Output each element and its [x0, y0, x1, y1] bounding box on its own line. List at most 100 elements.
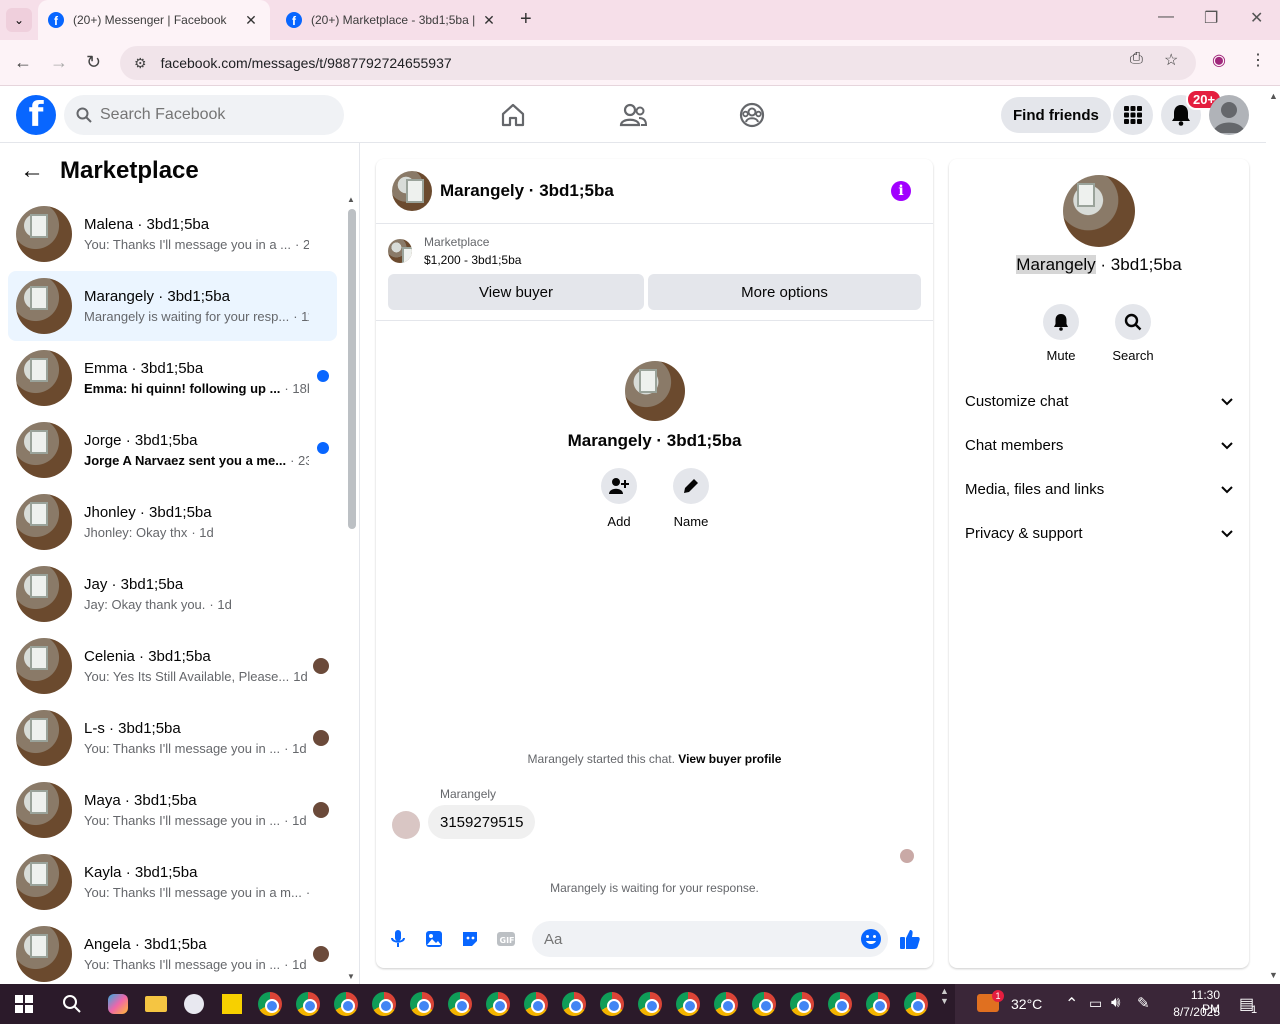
find-friends-button[interactable]: Find friends [1001, 97, 1111, 133]
privacy-support-section[interactable]: Privacy & support [965, 515, 1233, 551]
chrome-window-icon[interactable] [598, 990, 626, 1018]
chrome-window-icon[interactable] [788, 990, 816, 1018]
network-icon[interactable]: ▭ [1089, 995, 1102, 1012]
view-buyer-button[interactable]: View buyer [388, 274, 644, 310]
microphone-icon[interactable] [386, 927, 410, 951]
emoji-icon[interactable] [860, 928, 882, 955]
pen-icon[interactable]: ✎ [1137, 994, 1150, 1012]
chat-title[interactable]: Marangely · 3bd1;5ba [440, 181, 614, 201]
menu-grid-icon[interactable] [1113, 95, 1153, 135]
chrome-window-icon[interactable] [864, 990, 892, 1018]
taskbar-search-icon[interactable] [58, 990, 86, 1018]
chat-members-section[interactable]: Chat members [965, 427, 1233, 463]
show-hidden-icons-chevron-icon[interactable]: ⌃ [1065, 994, 1078, 1014]
conversation-item[interactable]: Maya · 3bd1;5ba You: Thanks I'll message … [8, 775, 337, 845]
close-tab-icon[interactable]: ✕ [480, 12, 498, 29]
temperature[interactable]: 32°C [1011, 996, 1042, 1012]
tab-marketplace[interactable]: f (20+) Marketplace - 3bd1;5ba | ✕ [276, 0, 508, 40]
home-icon[interactable] [497, 99, 529, 131]
message-bubble[interactable]: 3159279515 [428, 805, 536, 839]
tab-messenger[interactable]: f (20+) Messenger | Facebook ✕ [38, 0, 270, 40]
conversation-item[interactable]: Jhonley · 3bd1;5ba Jhonley: Okay thx · 1d [8, 487, 337, 557]
copilot-icon[interactable] [104, 990, 132, 1018]
conversation-item[interactable]: Emma · 3bd1;5ba Emma: hi quinn! following… [8, 343, 337, 413]
gif-icon[interactable]: GIF [494, 927, 518, 951]
customize-chat-section[interactable]: Customize chat [965, 383, 1233, 419]
message-input-box[interactable] [532, 921, 888, 957]
info-icon[interactable]: i [891, 181, 911, 201]
chrome-window-icon[interactable] [408, 990, 436, 1018]
paint-icon[interactable] [180, 990, 208, 1018]
url-bar[interactable]: ⚙ facebook.com/messages/t/98877927246559… [120, 46, 1196, 80]
reload-icon[interactable]: ↻ [86, 52, 101, 73]
conversation-item[interactable]: Kayla · 3bd1;5ba You: Thanks I'll message… [8, 847, 337, 917]
site-settings-icon[interactable]: ⚙ [134, 55, 147, 72]
more-options-button[interactable]: More options [648, 274, 921, 310]
chrome-window-icon[interactable] [674, 990, 702, 1018]
page-scrollbar[interactable]: ▲ ▼ [1266, 87, 1280, 984]
volume-icon[interactable]: 🔊︎ [1111, 994, 1120, 1011]
chat-avatar[interactable] [392, 171, 432, 211]
conversation-item[interactable]: Jorge · 3bd1;5ba Jorge A Narvaez sent you… [8, 415, 337, 485]
search-input[interactable] [100, 106, 320, 124]
bookmark-star-icon[interactable]: ☆ [1164, 50, 1178, 70]
chrome-window-icon[interactable] [446, 990, 474, 1018]
back-arrow-icon[interactable]: ← [20, 157, 44, 185]
facebook-search-box[interactable] [64, 95, 344, 135]
file-explorer-icon[interactable] [142, 990, 170, 1018]
friends-icon[interactable] [617, 99, 649, 131]
new-tab-icon[interactable]: + [520, 8, 532, 31]
chrome-window-icon[interactable] [902, 990, 930, 1018]
account-avatar[interactable] [1209, 95, 1249, 135]
chrome-window-icon[interactable] [256, 990, 284, 1018]
conversation-item[interactable]: L-s · 3bd1;5ba You: Thanks I'll message y… [8, 703, 337, 773]
chrome-window-icon[interactable] [522, 990, 550, 1018]
add-person-button[interactable]: Add [601, 468, 637, 529]
conversation-item[interactable]: Angela · 3bd1;5ba You: Thanks I'll messag… [8, 919, 337, 984]
sticker-icon[interactable] [458, 927, 482, 951]
mute-button[interactable]: Mute [1031, 304, 1091, 363]
restore-icon[interactable]: ❐ [1204, 8, 1218, 28]
photo-icon[interactable] [422, 927, 446, 951]
install-app-icon[interactable]: ⎙ [1130, 50, 1143, 68]
edit-name-button[interactable]: Name [673, 468, 709, 529]
tab-search-chevron-icon[interactable]: ⌄ [6, 8, 32, 32]
chrome-window-icon[interactable] [826, 990, 854, 1018]
sender-avatar[interactable] [392, 811, 420, 839]
conversation-item[interactable]: Malena · 3bd1;5ba You: Thanks I'll messag… [8, 199, 337, 269]
facebook-logo-icon[interactable]: f [16, 95, 56, 135]
conversation-item[interactable]: Marangely · 3bd1;5ba Marangely is waiting… [8, 271, 337, 341]
intro-avatar[interactable] [624, 361, 685, 421]
minimize-icon[interactable]: — [1158, 8, 1174, 26]
chrome-window-icon[interactable] [370, 990, 398, 1018]
chrome-window-icon[interactable] [332, 990, 360, 1018]
search-in-conversation-button[interactable]: Search [1103, 304, 1163, 363]
view-buyer-profile-link[interactable]: View buyer profile [678, 752, 781, 766]
forward-icon[interactable]: → [50, 52, 68, 73]
chrome-window-icon[interactable] [636, 990, 664, 1018]
groups-icon[interactable] [736, 99, 768, 131]
conversation-item[interactable]: Jay · 3bd1;5ba Jay: Okay thank you. · 1d [8, 559, 337, 629]
like-thumbs-up-icon[interactable] [898, 927, 922, 951]
sticky-notes-icon[interactable] [218, 990, 246, 1018]
pencil-icon [673, 468, 709, 504]
chat-list-scrollbar[interactable]: ▲ ▼ [346, 195, 356, 981]
chrome-window-icon[interactable] [712, 990, 740, 1018]
back-icon[interactable]: ← [14, 52, 32, 73]
details-avatar[interactable] [1063, 175, 1135, 247]
clock-date[interactable]: 8/7/2025 [1170, 1005, 1220, 1019]
message-input[interactable] [544, 930, 844, 948]
media-files-links-section[interactable]: Media, files and links [965, 471, 1233, 507]
conversation-avatar [16, 494, 72, 550]
menu-kebab-icon[interactable]: ⋮ [1250, 50, 1266, 70]
listing-summary[interactable]: Marketplace $1,200 - 3bd1;5ba [388, 235, 521, 267]
chrome-window-icon[interactable] [484, 990, 512, 1018]
chrome-window-icon[interactable] [560, 990, 588, 1018]
profile-icon[interactable]: ◉ [1212, 50, 1226, 70]
windows-start-icon[interactable] [10, 990, 38, 1018]
close-window-icon[interactable]: ✕ [1250, 8, 1263, 28]
conversation-item[interactable]: Celenia · 3bd1;5ba You: Yes Its Still Ava… [8, 631, 337, 701]
chrome-window-icon[interactable] [294, 990, 322, 1018]
chrome-window-icon[interactable] [750, 990, 778, 1018]
close-tab-icon[interactable]: ✕ [242, 12, 260, 29]
